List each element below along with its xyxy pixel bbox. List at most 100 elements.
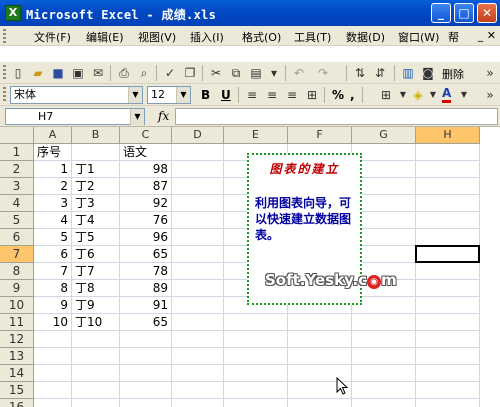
new-icon[interactable]: ▯ bbox=[10, 65, 26, 81]
row-header-5[interactable]: 5 bbox=[0, 212, 34, 229]
sort-descending-icon[interactable]: ⇵ bbox=[372, 65, 388, 81]
cell-a3[interactable]: 2 bbox=[34, 178, 72, 195]
cell-g15[interactable] bbox=[352, 382, 416, 399]
cell-d15[interactable] bbox=[172, 382, 224, 399]
maximize-button[interactable]: □ bbox=[454, 3, 474, 23]
row-header-9[interactable]: 9 bbox=[0, 280, 34, 297]
cell-a9[interactable]: 8 bbox=[34, 280, 72, 297]
cell-g12[interactable] bbox=[352, 331, 416, 348]
cell-g13[interactable] bbox=[352, 348, 416, 365]
cell-e12[interactable] bbox=[224, 331, 288, 348]
bold-button[interactable]: B bbox=[201, 87, 210, 103]
row-header-2[interactable]: 2 bbox=[0, 161, 34, 178]
cell-b4[interactable]: 丁3 bbox=[72, 195, 120, 212]
row-header-11[interactable]: 11 bbox=[0, 314, 34, 331]
chevron-down-icon[interactable]: ▼ bbox=[130, 109, 144, 125]
row-header-7[interactable]: 7 bbox=[0, 246, 34, 263]
font-size-select[interactable]: 12 ▼ bbox=[147, 86, 191, 104]
permission-icon[interactable]: ▣ bbox=[70, 65, 86, 81]
borders-icon[interactable]: ⊞ bbox=[378, 87, 394, 103]
cell-b6[interactable]: 丁5 bbox=[72, 229, 120, 246]
chevron-down-icon[interactable]: ▼ bbox=[425, 87, 441, 103]
cell-c7[interactable]: 65 bbox=[120, 246, 172, 263]
cell-h10[interactable] bbox=[416, 297, 480, 314]
cell-a12[interactable] bbox=[34, 331, 72, 348]
excel-app-icon[interactable]: X bbox=[5, 5, 21, 21]
cell-a14[interactable] bbox=[34, 365, 72, 382]
save-icon[interactable]: ■ bbox=[50, 65, 66, 81]
cell-e11[interactable] bbox=[224, 314, 288, 331]
name-box[interactable]: H7 ▼ bbox=[5, 108, 145, 125]
cell-b9[interactable]: 丁8 bbox=[72, 280, 120, 297]
cell-e14[interactable] bbox=[224, 365, 288, 382]
research-icon[interactable]: ❐ bbox=[182, 65, 198, 81]
cell-c9[interactable]: 89 bbox=[120, 280, 172, 297]
undo-icon[interactable]: ↶ bbox=[291, 65, 307, 81]
cell-f12[interactable] bbox=[288, 331, 352, 348]
cell-h3[interactable] bbox=[416, 178, 480, 195]
cell-h8[interactable] bbox=[416, 263, 480, 280]
chevron-down-icon[interactable]: ▼ bbox=[456, 87, 472, 103]
row-header-13[interactable]: 13 bbox=[0, 348, 34, 365]
cell-c13[interactable] bbox=[120, 348, 172, 365]
cell-c10[interactable]: 91 bbox=[120, 297, 172, 314]
cell-d4[interactable] bbox=[172, 195, 224, 212]
cell-h6[interactable] bbox=[416, 229, 480, 246]
toolbar-options-icon[interactable]: » bbox=[482, 65, 498, 81]
cell-b16[interactable] bbox=[72, 399, 120, 407]
cell-a10[interactable]: 9 bbox=[34, 297, 72, 314]
cell-c11[interactable]: 65 bbox=[120, 314, 172, 331]
cell-c15[interactable] bbox=[120, 382, 172, 399]
sort-ascending-icon[interactable]: ⇅ bbox=[352, 65, 368, 81]
cell-d1[interactable] bbox=[172, 144, 224, 161]
row-header-14[interactable]: 14 bbox=[0, 365, 34, 382]
format-toolbar-grip[interactable] bbox=[3, 87, 6, 103]
cell-c6[interactable]: 96 bbox=[120, 229, 172, 246]
cell-h13[interactable] bbox=[416, 348, 480, 365]
cell-b8[interactable]: 丁7 bbox=[72, 263, 120, 280]
chevron-down-icon[interactable]: ▼ bbox=[176, 87, 190, 103]
cell-g14[interactable] bbox=[352, 365, 416, 382]
delete-button[interactable]: 删除 bbox=[442, 66, 464, 82]
cell-h2[interactable] bbox=[416, 161, 480, 178]
menu-window[interactable]: 窗口(W) bbox=[398, 29, 439, 45]
format-painter-icon[interactable]: ▾ bbox=[266, 65, 282, 81]
row-header-10[interactable]: 10 bbox=[0, 297, 34, 314]
cell-h16[interactable] bbox=[416, 399, 480, 407]
cell-h14[interactable] bbox=[416, 365, 480, 382]
cell-d7[interactable] bbox=[172, 246, 224, 263]
close-button[interactable]: ✕ bbox=[477, 3, 497, 23]
merge-center-icon[interactable]: ⊞ bbox=[304, 87, 320, 103]
cut-icon[interactable]: ✂ bbox=[208, 65, 224, 81]
insert-function-icon[interactable]: fx bbox=[158, 109, 169, 123]
cell-f16[interactable] bbox=[288, 399, 352, 407]
cell-g11[interactable] bbox=[352, 314, 416, 331]
cell-c4[interactable]: 92 bbox=[120, 195, 172, 212]
cell-d14[interactable] bbox=[172, 365, 224, 382]
cell-d9[interactable] bbox=[172, 280, 224, 297]
menu-help[interactable]: 帮 bbox=[448, 29, 459, 45]
cell-e16[interactable] bbox=[224, 399, 288, 407]
cell-d12[interactable] bbox=[172, 331, 224, 348]
cell-a16[interactable] bbox=[34, 399, 72, 407]
formula-input[interactable] bbox=[175, 108, 498, 125]
row-header-1[interactable]: 1 bbox=[0, 144, 34, 161]
cell-d8[interactable] bbox=[172, 263, 224, 280]
open-icon[interactable]: ▰ bbox=[30, 65, 46, 81]
percent-style-button[interactable]: % bbox=[332, 87, 344, 103]
cell-c14[interactable] bbox=[120, 365, 172, 382]
row-header-16[interactable]: 16 bbox=[0, 399, 34, 407]
align-left-icon[interactable]: ≡ bbox=[244, 87, 260, 103]
column-header-c[interactable]: C bbox=[120, 127, 172, 144]
cell-b7[interactable]: 丁6 bbox=[72, 246, 120, 263]
comma-style-button[interactable]: , bbox=[350, 87, 355, 103]
cell-b10[interactable]: 丁9 bbox=[72, 297, 120, 314]
cell-a8[interactable]: 7 bbox=[34, 263, 72, 280]
cell-c8[interactable]: 78 bbox=[120, 263, 172, 280]
column-header-a[interactable]: A bbox=[34, 127, 72, 144]
cell-b13[interactable] bbox=[72, 348, 120, 365]
cell-a13[interactable] bbox=[34, 348, 72, 365]
cell-h9[interactable] bbox=[416, 280, 480, 297]
chevron-down-icon[interactable]: ▼ bbox=[395, 87, 411, 103]
cell-h11[interactable] bbox=[416, 314, 480, 331]
